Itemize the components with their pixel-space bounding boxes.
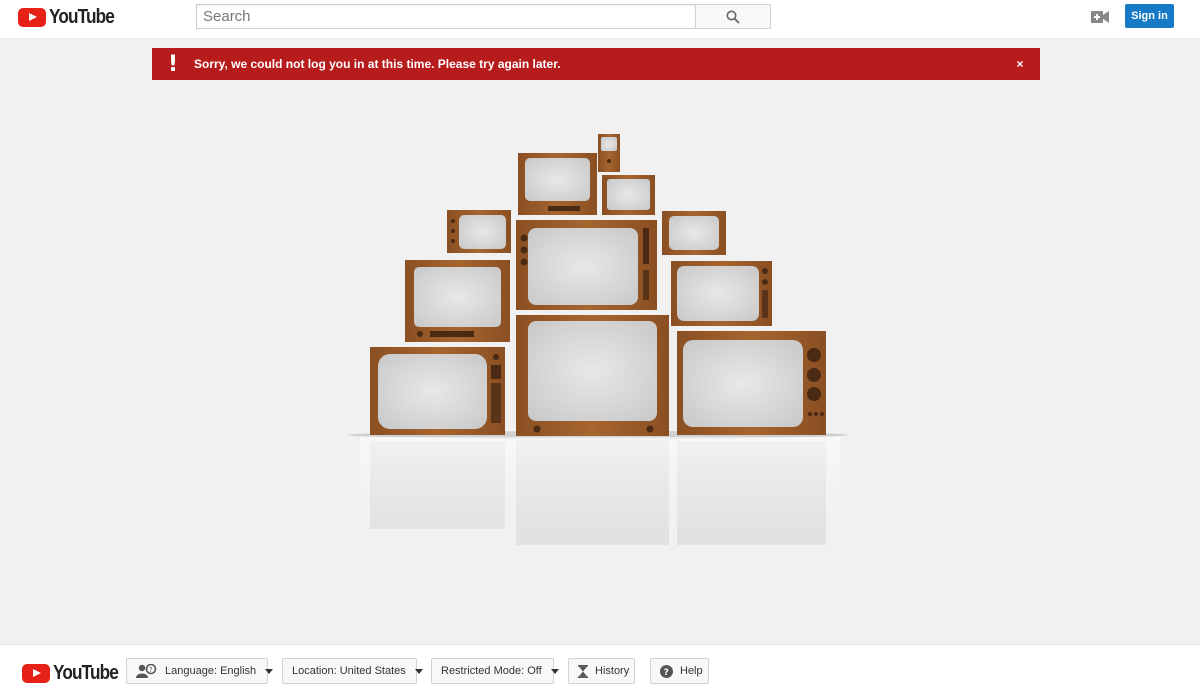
chevron-down-icon: [550, 668, 559, 674]
search-bar: [196, 4, 771, 29]
exclamation-icon: !: [167, 51, 179, 77]
search-button[interactable]: [695, 4, 771, 29]
search-input[interactable]: [196, 4, 695, 29]
logo-wordmark: YouTube: [49, 5, 115, 28]
history-label: History: [595, 665, 630, 677]
error-alert: ! Sorry, we could not log you in at this…: [152, 48, 1040, 80]
search-icon: [726, 10, 740, 24]
footer: YouTube ? Language: English Location: Un…: [0, 644, 1200, 693]
location-label: Location:: [292, 665, 337, 677]
help-button[interactable]: ? Help: [650, 658, 709, 684]
help-icon: ?: [660, 664, 673, 678]
history-button[interactable]: History: [568, 658, 635, 684]
chevron-down-icon: [265, 668, 274, 674]
footer-logo-wordmark: YouTube: [53, 662, 119, 684]
svg-text:?: ?: [149, 666, 153, 674]
play-logo-icon: [18, 7, 46, 27]
language-icon: ?: [136, 664, 158, 678]
help-label: Help: [680, 665, 703, 677]
youtube-logo[interactable]: YouTube: [18, 6, 125, 28]
masthead: YouTube Sign in: [0, 0, 1200, 39]
upload-video-icon[interactable]: [1091, 10, 1109, 24]
language-picker-button[interactable]: ? Language: English: [126, 658, 274, 684]
footer-youtube-logo[interactable]: YouTube: [22, 662, 129, 685]
language-value: English: [220, 665, 257, 677]
restricted-mode-button[interactable]: Restricted Mode: Off: [431, 658, 559, 684]
chevron-down-icon: [414, 668, 423, 674]
alert-message: Sorry, we could not log you in at this t…: [194, 57, 561, 71]
restricted-mode-label: Restricted Mode:: [441, 665, 525, 677]
sign-in-button[interactable]: Sign in: [1125, 4, 1174, 28]
hourglass-icon: [578, 664, 588, 678]
close-alert-button[interactable]: ×: [1000, 57, 1040, 71]
svg-text:?: ?: [664, 668, 669, 678]
tv-stack-illustration: [348, 134, 848, 545]
play-logo-icon: [22, 664, 50, 683]
location-value: United States: [339, 665, 406, 677]
restricted-mode-value: Off: [527, 665, 542, 677]
location-picker-button[interactable]: Location: United States: [282, 658, 423, 684]
language-label: Language:: [165, 665, 217, 677]
